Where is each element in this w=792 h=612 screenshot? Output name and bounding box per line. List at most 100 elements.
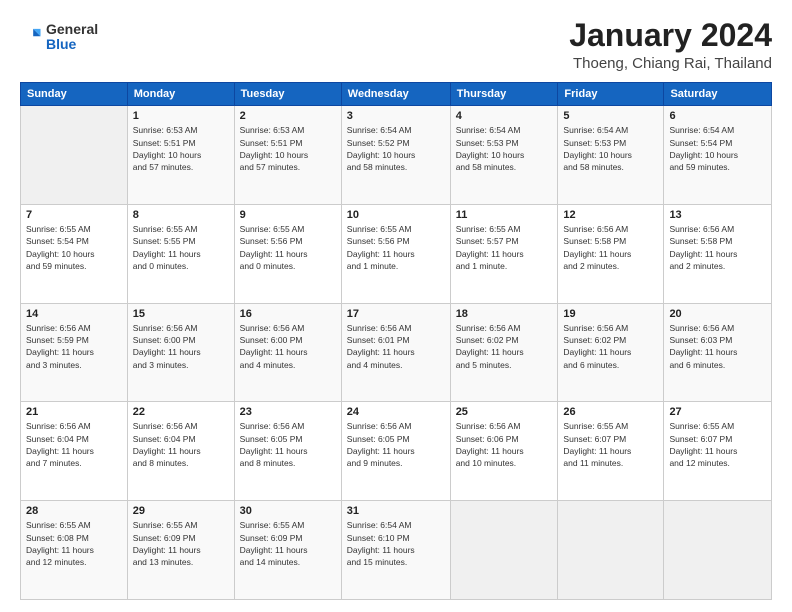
day-number: 28 xyxy=(26,505,122,517)
day-number: 11 xyxy=(456,209,553,221)
day-number: 26 xyxy=(563,406,658,418)
day-info: Sunrise: 6:54 AM Sunset: 5:52 PM Dayligh… xyxy=(347,124,445,173)
day-number: 6 xyxy=(669,110,766,122)
title-block: January 2024 Thoeng, Chiang Rai, Thailan… xyxy=(569,18,772,72)
calendar-cell: 16 Sunrise: 6:56 AM Sunset: 6:00 PM Dayli… xyxy=(234,303,341,402)
calendar-cell: 8Sunrise: 6:55 AM Sunset: 5:55 PM Daylig… xyxy=(127,204,234,303)
calendar-cell: 30Sunrise: 6:55 AM Sunset: 6:09 PM Dayli… xyxy=(234,501,341,600)
calendar-cell: 24 Sunrise: 6:56 AM Sunset: 6:05 PM Dayli… xyxy=(341,402,450,501)
day-info: Sunrise: 6:54 AM Sunset: 5:54 PM Dayligh… xyxy=(669,124,766,173)
day-number: 20 xyxy=(669,308,766,320)
calendar-cell: 9Sunrise: 6:55 AM Sunset: 5:56 PM Daylig… xyxy=(234,204,341,303)
calendar-week: 21 Sunrise: 6:56 AM Sunset: 6:04 PM Dayli… xyxy=(21,402,772,501)
calendar-cell: 27 Sunrise: 6:55 AM Sunset: 6:07 PM Dayli… xyxy=(664,402,772,501)
day-info: Sunrise: 6:55 AM Sunset: 6:07 PM Dayligh… xyxy=(669,420,766,469)
day-info: Sunrise: 6:55 AM Sunset: 5:57 PM Dayligh… xyxy=(456,223,553,272)
day-number: 21 xyxy=(26,406,122,418)
calendar-cell: 28 Sunrise: 6:55 AM Sunset: 6:08 PM Dayli… xyxy=(21,501,128,600)
weekday-header: Wednesday xyxy=(341,83,450,106)
calendar-cell: 12Sunrise: 6:56 AM Sunset: 5:58 PM Dayli… xyxy=(558,204,664,303)
month-title: January 2024 xyxy=(569,18,772,53)
day-info: Sunrise: 6:56 AM Sunset: 5:58 PM Dayligh… xyxy=(669,223,766,272)
calendar-cell: 21 Sunrise: 6:56 AM Sunset: 6:04 PM Dayli… xyxy=(21,402,128,501)
day-number: 24 xyxy=(347,406,445,418)
day-number: 14 xyxy=(26,308,122,320)
calendar-cell: 29 Sunrise: 6:55 AM Sunset: 6:09 PM Dayli… xyxy=(127,501,234,600)
logo-icon xyxy=(20,26,42,48)
weekday-header: Friday xyxy=(558,83,664,106)
day-info: Sunrise: 6:56 AM Sunset: 6:04 PM Dayligh… xyxy=(133,420,229,469)
weekday-header: Thursday xyxy=(450,83,558,106)
day-number: 7 xyxy=(26,209,122,221)
calendar-cell: 17 Sunrise: 6:56 AM Sunset: 6:01 PM Dayli… xyxy=(341,303,450,402)
day-number: 17 xyxy=(347,308,445,320)
calendar-week: 14 Sunrise: 6:56 AM Sunset: 5:59 PM Dayli… xyxy=(21,303,772,402)
day-number: 22 xyxy=(133,406,229,418)
calendar-cell: 7Sunrise: 6:55 AM Sunset: 5:54 PM Daylig… xyxy=(21,204,128,303)
logo-general: General xyxy=(46,22,98,37)
day-info: Sunrise: 6:56 AM Sunset: 6:06 PM Dayligh… xyxy=(456,420,553,469)
calendar-cell: 15Sunrise: 6:56 AM Sunset: 6:00 PM Dayli… xyxy=(127,303,234,402)
calendar-cell xyxy=(664,501,772,600)
day-number: 27 xyxy=(669,406,766,418)
calendar-cell: 31 Sunrise: 6:54 AM Sunset: 6:10 PM Dayli… xyxy=(341,501,450,600)
calendar-cell xyxy=(450,501,558,600)
day-number: 16 xyxy=(240,308,336,320)
day-info: Sunrise: 6:56 AM Sunset: 6:01 PM Dayligh… xyxy=(347,322,445,371)
day-info: Sunrise: 6:53 AM Sunset: 5:51 PM Dayligh… xyxy=(133,124,229,173)
day-number: 10 xyxy=(347,209,445,221)
calendar-cell: 19 Sunrise: 6:56 AM Sunset: 6:02 PM Dayli… xyxy=(558,303,664,402)
day-number: 8 xyxy=(133,209,229,221)
day-number: 5 xyxy=(563,110,658,122)
day-number: 25 xyxy=(456,406,553,418)
calendar-cell: 5 Sunrise: 6:54 AM Sunset: 5:53 PM Daylig… xyxy=(558,106,664,205)
day-number: 23 xyxy=(240,406,336,418)
logo-blue: Blue xyxy=(46,37,98,52)
day-info: Sunrise: 6:56 AM Sunset: 6:04 PM Dayligh… xyxy=(26,420,122,469)
calendar: SundayMondayTuesdayWednesdayThursdayFrid… xyxy=(20,82,772,600)
day-info: Sunrise: 6:54 AM Sunset: 5:53 PM Dayligh… xyxy=(456,124,553,173)
day-number: 31 xyxy=(347,505,445,517)
calendar-cell: 20 Sunrise: 6:56 AM Sunset: 6:03 PM Dayli… xyxy=(664,303,772,402)
day-info: Sunrise: 6:54 AM Sunset: 5:53 PM Dayligh… xyxy=(563,124,658,173)
calendar-cell: 13 Sunrise: 6:56 AM Sunset: 5:58 PM Dayli… xyxy=(664,204,772,303)
calendar-cell: 2 Sunrise: 6:53 AM Sunset: 5:51 PM Daylig… xyxy=(234,106,341,205)
calendar-cell: 23Sunrise: 6:56 AM Sunset: 6:05 PM Dayli… xyxy=(234,402,341,501)
calendar-cell: 1Sunrise: 6:53 AM Sunset: 5:51 PM Daylig… xyxy=(127,106,234,205)
location-title: Thoeng, Chiang Rai, Thailand xyxy=(569,55,772,72)
calendar-cell: 4Sunrise: 6:54 AM Sunset: 5:53 PM Daylig… xyxy=(450,106,558,205)
day-number: 29 xyxy=(133,505,229,517)
day-info: Sunrise: 6:55 AM Sunset: 5:56 PM Dayligh… xyxy=(347,223,445,272)
calendar-cell: 11 Sunrise: 6:55 AM Sunset: 5:57 PM Dayli… xyxy=(450,204,558,303)
calendar-cell: 10 Sunrise: 6:55 AM Sunset: 5:56 PM Dayli… xyxy=(341,204,450,303)
day-info: Sunrise: 6:56 AM Sunset: 6:05 PM Dayligh… xyxy=(347,420,445,469)
day-info: Sunrise: 6:55 AM Sunset: 6:09 PM Dayligh… xyxy=(133,519,229,568)
logo: General Blue xyxy=(20,22,98,53)
weekday-header: Tuesday xyxy=(234,83,341,106)
day-info: Sunrise: 6:53 AM Sunset: 5:51 PM Dayligh… xyxy=(240,124,336,173)
day-info: Sunrise: 6:56 AM Sunset: 6:00 PM Dayligh… xyxy=(240,322,336,371)
day-info: Sunrise: 6:56 AM Sunset: 6:02 PM Dayligh… xyxy=(563,322,658,371)
calendar-cell: 3 Sunrise: 6:54 AM Sunset: 5:52 PM Daylig… xyxy=(341,106,450,205)
day-number: 3 xyxy=(347,110,445,122)
day-info: Sunrise: 6:56 AM Sunset: 6:02 PM Dayligh… xyxy=(456,322,553,371)
day-number: 18 xyxy=(456,308,553,320)
calendar-cell: 26Sunrise: 6:55 AM Sunset: 6:07 PM Dayli… xyxy=(558,402,664,501)
day-number: 2 xyxy=(240,110,336,122)
day-info: Sunrise: 6:56 AM Sunset: 6:03 PM Dayligh… xyxy=(669,322,766,371)
weekday-header: Saturday xyxy=(664,83,772,106)
day-number: 13 xyxy=(669,209,766,221)
day-number: 19 xyxy=(563,308,658,320)
calendar-week: 1Sunrise: 6:53 AM Sunset: 5:51 PM Daylig… xyxy=(21,106,772,205)
day-info: Sunrise: 6:55 AM Sunset: 6:08 PM Dayligh… xyxy=(26,519,122,568)
logo-text: General Blue xyxy=(46,22,98,53)
day-number: 12 xyxy=(563,209,658,221)
day-info: Sunrise: 6:54 AM Sunset: 6:10 PM Dayligh… xyxy=(347,519,445,568)
day-info: Sunrise: 6:56 AM Sunset: 5:59 PM Dayligh… xyxy=(26,322,122,371)
calendar-header: SundayMondayTuesdayWednesdayThursdayFrid… xyxy=(21,83,772,106)
calendar-cell: 18 Sunrise: 6:56 AM Sunset: 6:02 PM Dayli… xyxy=(450,303,558,402)
day-number: 30 xyxy=(240,505,336,517)
day-number: 15 xyxy=(133,308,229,320)
calendar-cell: 14 Sunrise: 6:56 AM Sunset: 5:59 PM Dayli… xyxy=(21,303,128,402)
calendar-week: 28 Sunrise: 6:55 AM Sunset: 6:08 PM Dayli… xyxy=(21,501,772,600)
